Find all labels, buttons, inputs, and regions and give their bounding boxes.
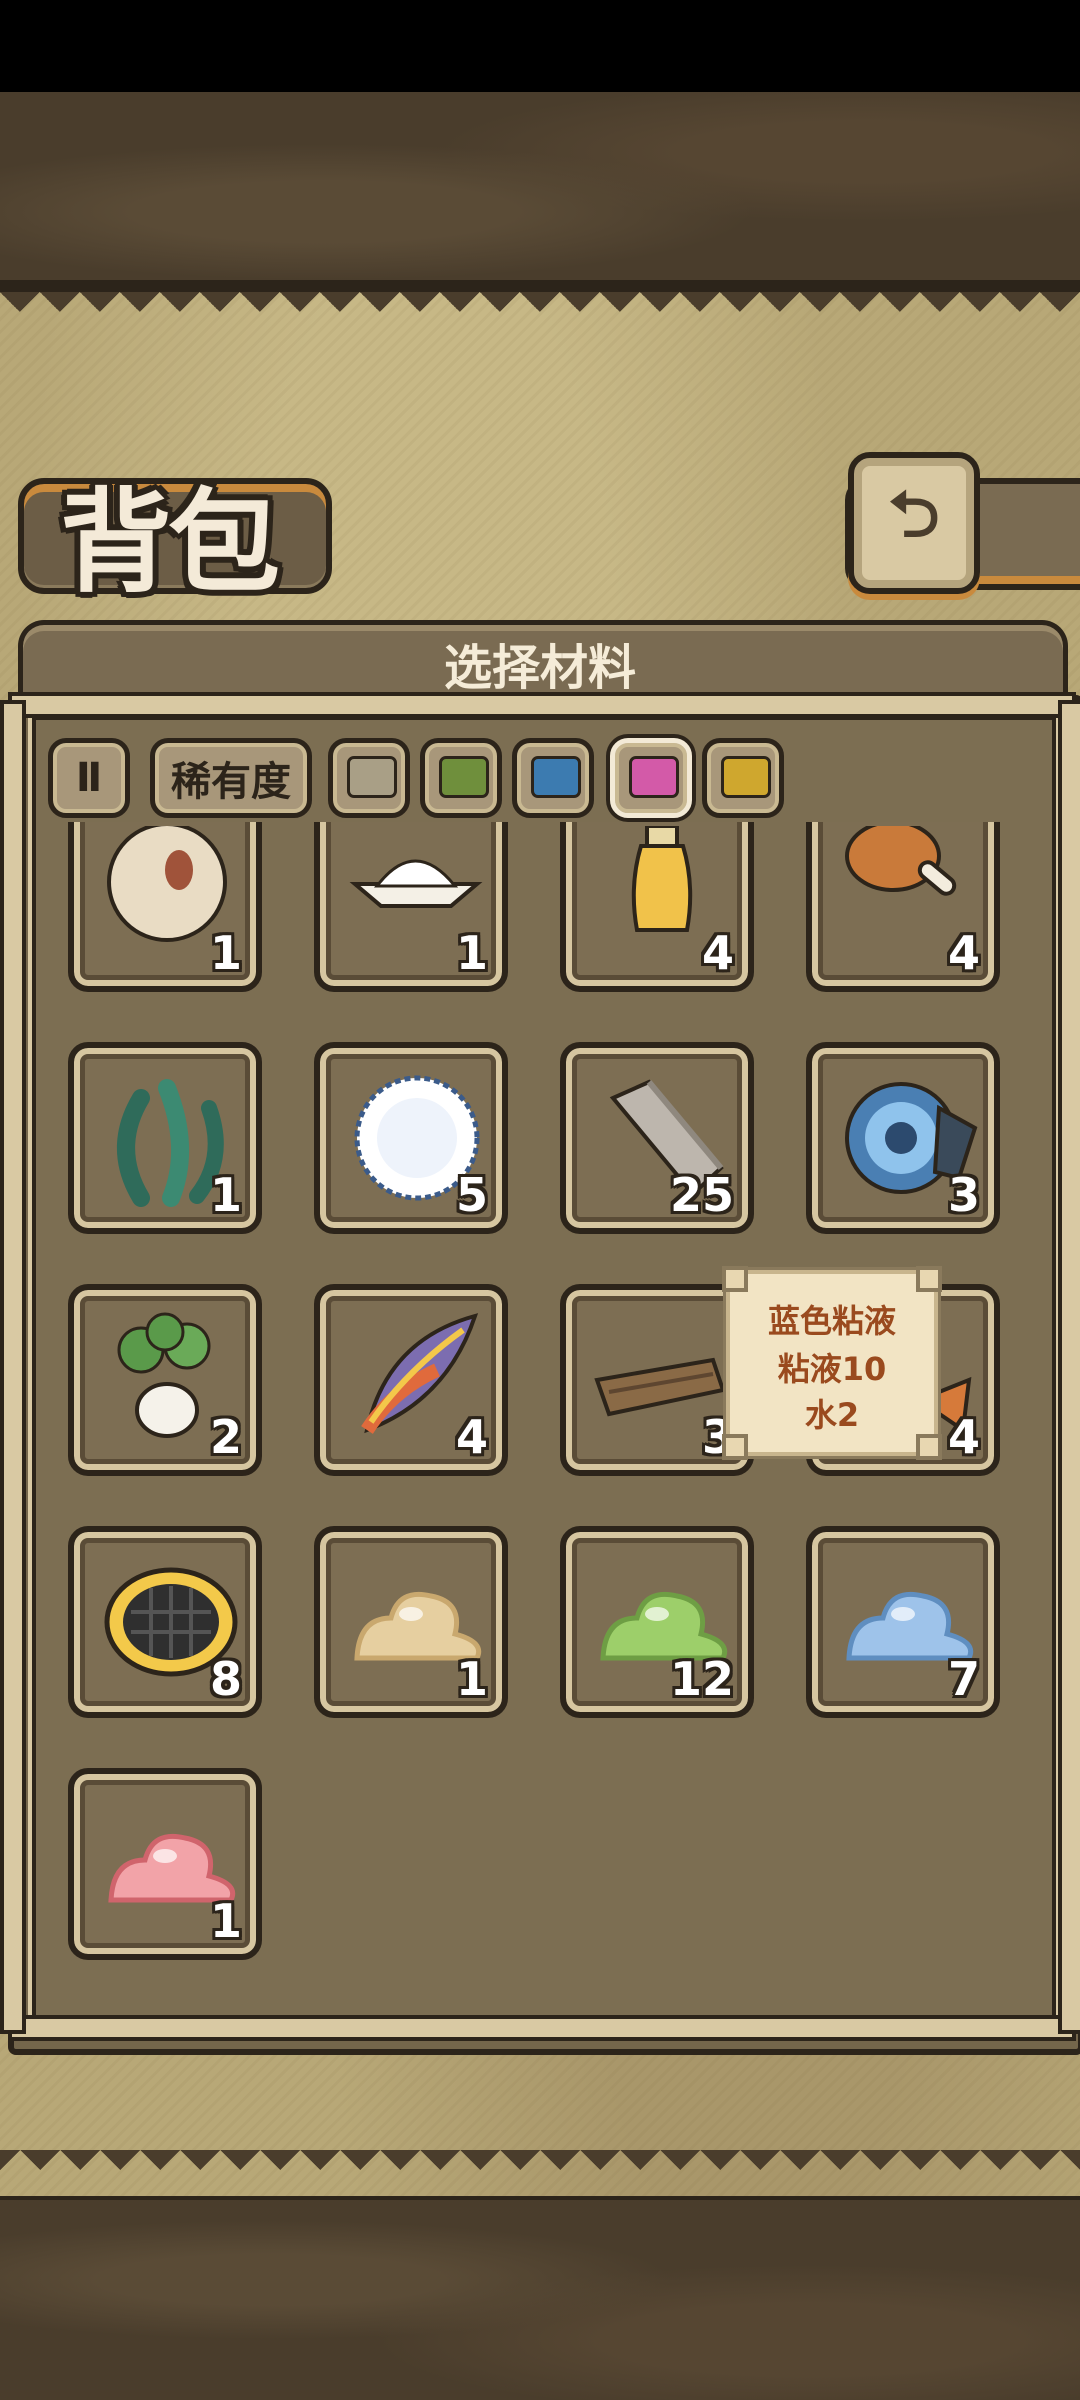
tooltip-title: 蓝色粘液 bbox=[767, 1302, 896, 1340]
inventory-slot-stone-block[interactable]: 25 bbox=[560, 1042, 754, 1234]
inventory-slot-white-radish[interactable]: 2 bbox=[68, 1284, 262, 1476]
item-count: 4 bbox=[701, 926, 734, 980]
item-count: 1 bbox=[455, 926, 488, 980]
inventory-slot-blue-slime[interactable]: 7 bbox=[806, 1526, 1000, 1718]
item-count: 1 bbox=[209, 926, 242, 980]
rarity-filter-blue[interactable] bbox=[512, 738, 594, 818]
return-icon: ⮌ bbox=[888, 478, 940, 552]
rarity-filter-green[interactable] bbox=[420, 738, 502, 818]
inventory-slot-spotted-egg[interactable]: 1 bbox=[68, 822, 262, 992]
rarity-swatch-gray bbox=[347, 756, 397, 798]
inventory-slot-seaweed[interactable]: 1 bbox=[68, 1042, 262, 1234]
item-count: 5 bbox=[455, 1168, 488, 1222]
panel-title: 选择材料 bbox=[443, 640, 636, 696]
item-count: 1 bbox=[455, 1652, 488, 1706]
inventory-slot-blue-shell[interactable]: 3 bbox=[806, 1042, 1000, 1234]
inventory-slot-rainbow-feather[interactable]: 4 bbox=[314, 1284, 508, 1476]
item-count: 3 bbox=[947, 1168, 980, 1222]
status-bar bbox=[0, 0, 1080, 92]
inventory-slot-white-fluff[interactable]: 5 bbox=[314, 1042, 508, 1234]
inventory-slot-pink-slime[interactable]: 1 bbox=[68, 1768, 262, 1960]
inventory-slot-black-honeycomb[interactable]: 8 bbox=[68, 1526, 262, 1718]
rarity-swatch-green bbox=[439, 756, 489, 798]
item-count: 4 bbox=[947, 926, 980, 980]
pause-icon: Ⅱ bbox=[75, 755, 103, 801]
bottom-map-band bbox=[0, 2200, 1080, 2400]
rarity-label: 稀有度 bbox=[171, 759, 291, 805]
rarity-filter-gray[interactable] bbox=[328, 738, 410, 818]
item-count: 25 bbox=[669, 1168, 734, 1222]
panel-rail-left bbox=[0, 700, 26, 2034]
rarity-sort-button[interactable]: 稀有度 bbox=[150, 738, 312, 818]
top-edge bbox=[0, 280, 1080, 292]
tooltip-ingredient-1: 粘液10 bbox=[777, 1350, 887, 1388]
item-count: 1 bbox=[209, 1894, 242, 1948]
inventory-slot-oil-bottle[interactable]: 4 bbox=[560, 822, 754, 992]
item-count: 4 bbox=[455, 1410, 488, 1464]
rarity-filter-pink[interactable] bbox=[610, 738, 692, 818]
rarity-filter-yellow[interactable] bbox=[702, 738, 784, 818]
tooltip-corner bbox=[722, 1266, 748, 1292]
panel-rail-bottom bbox=[8, 2015, 1076, 2041]
rarity-swatch-yellow bbox=[721, 756, 771, 798]
inventory-slot-yellow-slime[interactable]: 1 bbox=[314, 1526, 508, 1718]
panel-rail-top bbox=[8, 692, 1076, 718]
tooltip-corner bbox=[722, 1434, 748, 1460]
top-map-band bbox=[0, 92, 1080, 292]
inventory-slot-green-slime[interactable]: 12 bbox=[560, 1526, 754, 1718]
item-count: 8 bbox=[209, 1652, 242, 1706]
top-zigzag-border bbox=[0, 292, 1080, 332]
item-count: 7 bbox=[947, 1652, 980, 1706]
item-count: 2 bbox=[209, 1410, 242, 1464]
rarity-swatch-pink bbox=[629, 756, 679, 798]
pause-button[interactable]: Ⅱ bbox=[48, 738, 130, 818]
item-tooltip: 蓝色粘液 粘液10 水2 bbox=[722, 1266, 942, 1460]
item-count: 1 bbox=[209, 1168, 242, 1222]
panel-rail-right bbox=[1058, 700, 1080, 2034]
inventory-slot-salt-pile[interactable]: 1 bbox=[314, 822, 508, 992]
rarity-swatch-blue bbox=[531, 756, 581, 798]
inventory-slot-chicken-drumstick[interactable]: 4 bbox=[806, 822, 1000, 992]
page-title: 背包 bbox=[60, 477, 280, 608]
tooltip-corner bbox=[916, 1266, 942, 1292]
tooltip-corner bbox=[916, 1434, 942, 1460]
item-count: 4 bbox=[947, 1410, 980, 1464]
bottom-zigzag-border bbox=[0, 2150, 1080, 2190]
back-button[interactable]: ⮌ bbox=[848, 452, 980, 594]
item-count: 12 bbox=[669, 1652, 734, 1706]
tooltip-ingredient-2: 水2 bbox=[804, 1396, 860, 1434]
